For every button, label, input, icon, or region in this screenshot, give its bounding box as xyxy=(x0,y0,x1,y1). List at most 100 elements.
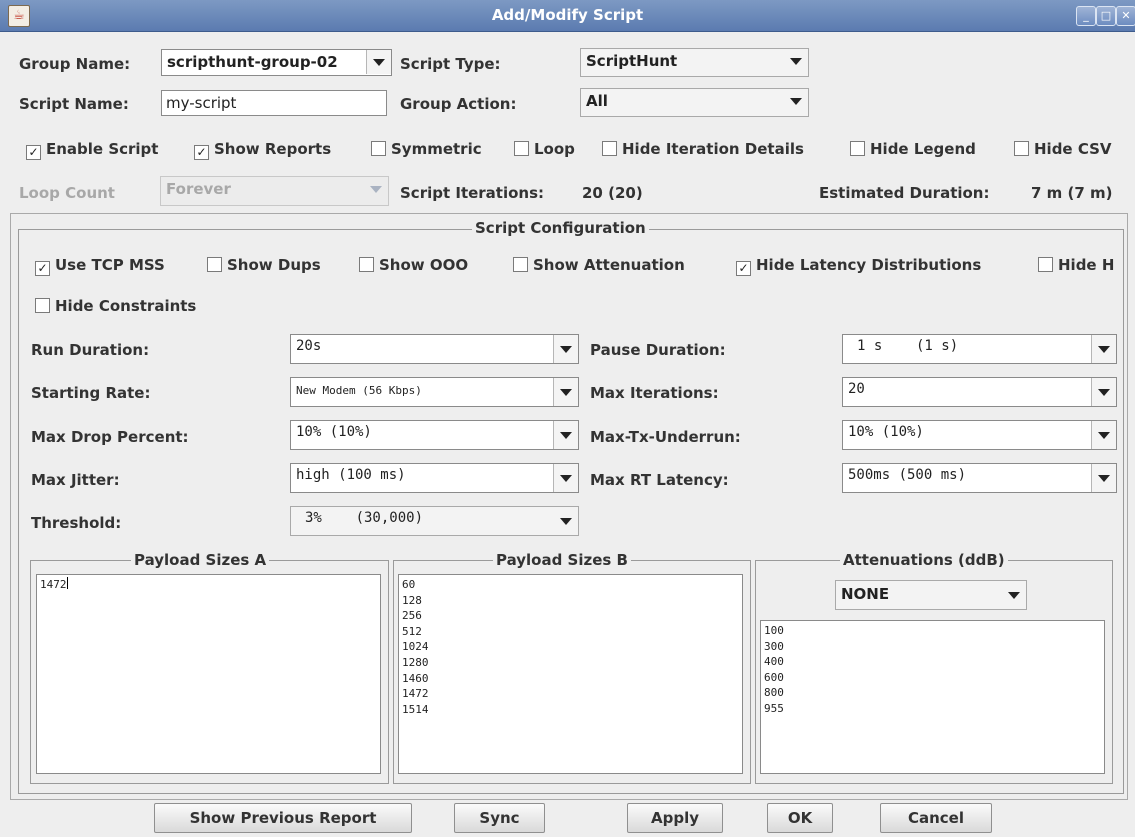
group-action-select[interactable]: All xyxy=(580,88,809,117)
group-name-select[interactable]: scripthunt-group-02 xyxy=(161,49,392,76)
sync-button[interactable]: Sync xyxy=(454,803,545,833)
max-tx-underrun-label: Max-Tx-Underrun: xyxy=(590,428,741,446)
script-iterations-label: Script Iterations: xyxy=(400,184,545,202)
max-jitter-select[interactable]: high (100 ms) xyxy=(290,463,579,493)
checkbox-label: Enable Script xyxy=(46,140,159,158)
checkbox-empty-icon xyxy=(602,141,617,156)
max-drop-percent-label: Max Drop Percent: xyxy=(31,428,189,446)
enable-script-checkbox[interactable]: ✓ Enable Script xyxy=(26,140,158,160)
chevron-down-icon[interactable] xyxy=(1091,464,1116,492)
chevron-down-icon[interactable] xyxy=(1002,581,1026,609)
max-iterations-select[interactable]: 20 xyxy=(842,377,1117,407)
payload-sizes-a-title: Payload Sizes A xyxy=(131,551,270,569)
checkmark-icon: ✓ xyxy=(736,261,751,276)
chevron-down-icon[interactable] xyxy=(553,335,578,363)
script-name-field[interactable] xyxy=(161,90,387,116)
attenuations-select[interactable]: NONE xyxy=(835,580,1027,610)
cancel-button[interactable]: Cancel xyxy=(880,803,992,833)
show-reports-checkbox[interactable]: ✓ Show Reports xyxy=(194,140,331,160)
attenuations-select-value: NONE xyxy=(841,585,890,603)
chevron-down-icon[interactable] xyxy=(554,507,578,535)
hide-constraints-checkbox[interactable]: Hide Constraints xyxy=(35,297,196,315)
maximize-icon[interactable]: □ xyxy=(1096,6,1116,26)
chevron-down-icon[interactable] xyxy=(1091,421,1116,449)
hide-h-checkbox[interactable]: Hide H xyxy=(1038,256,1120,274)
checkbox-empty-icon xyxy=(371,141,386,156)
apply-button[interactable]: Apply xyxy=(627,803,723,833)
checkbox-empty-icon xyxy=(359,257,374,272)
group-name-value: scripthunt-group-02 xyxy=(167,53,338,71)
payload-sizes-b-title: Payload Sizes B xyxy=(493,551,631,569)
payload-sizes-a-textarea[interactable]: 1472 xyxy=(36,574,381,774)
symmetric-checkbox[interactable]: Symmetric xyxy=(371,140,482,158)
group-name-label: Group Name: xyxy=(19,55,131,73)
max-rt-latency-label: Max RT Latency: xyxy=(590,471,729,489)
checkmark-icon: ✓ xyxy=(35,261,50,276)
script-iterations-value: 20 (20) xyxy=(582,184,643,202)
title-bar: ☕ Add/Modify Script _ □ ✕ xyxy=(0,0,1135,32)
chevron-down-icon[interactable] xyxy=(366,50,391,74)
checkbox-empty-icon xyxy=(1014,141,1029,156)
max-drop-percent-select[interactable]: 10% (10%) xyxy=(290,420,579,450)
script-type-label: Script Type: xyxy=(400,55,501,73)
chevron-down-icon[interactable] xyxy=(553,464,578,492)
max-rt-latency-select[interactable]: 500ms (500 ms) xyxy=(842,463,1117,493)
close-icon[interactable]: ✕ xyxy=(1116,6,1135,26)
ok-button[interactable]: OK xyxy=(767,803,833,833)
max-iterations-value: 20 xyxy=(848,381,865,397)
threshold-select[interactable]: 3% (30,000) xyxy=(290,506,579,536)
max-drop-percent-value: 10% (10%) xyxy=(296,424,372,440)
checkbox-label: Hide H xyxy=(1058,256,1115,274)
max-jitter-label: Max Jitter: xyxy=(31,471,120,489)
starting-rate-label: Starting Rate: xyxy=(31,384,151,402)
group-action-value: All xyxy=(586,92,608,110)
checkbox-empty-icon xyxy=(1038,257,1053,272)
attenuations-title: Attenuations (ddB) xyxy=(840,551,1008,569)
script-name-input[interactable] xyxy=(166,94,376,112)
chevron-down-icon[interactable] xyxy=(1091,378,1116,406)
show-ooo-checkbox[interactable]: Show OOO xyxy=(359,256,468,274)
checkbox-label: Hide Constraints xyxy=(55,297,197,315)
payload-sizes-b-textarea[interactable]: 60 128 256 512 1024 1280 1460 1472 1514 xyxy=(398,574,743,774)
checkbox-label: Show Attenuation xyxy=(533,256,685,274)
run-duration-label: Run Duration: xyxy=(31,341,150,359)
starting-rate-value: New Modem (56 Kbps) xyxy=(296,384,422,397)
chevron-down-icon[interactable] xyxy=(1091,335,1116,363)
run-duration-select[interactable]: 20s xyxy=(290,334,579,364)
chevron-down-icon xyxy=(364,177,388,201)
hide-legend-checkbox[interactable]: Hide Legend xyxy=(850,140,976,158)
checkbox-label: Show OOO xyxy=(379,256,469,274)
chevron-down-icon[interactable] xyxy=(784,89,808,113)
attenuations-text: 100 300 400 600 800 955 xyxy=(764,624,784,715)
script-type-select[interactable]: ScriptHunt xyxy=(580,48,809,77)
show-attenuation-checkbox[interactable]: Show Attenuation xyxy=(513,256,685,274)
minimize-icon[interactable]: _ xyxy=(1076,6,1096,26)
checkbox-label: Show Dups xyxy=(227,256,321,274)
attenuations-textarea[interactable]: 100 300 400 600 800 955 xyxy=(760,620,1105,774)
pause-duration-value: 1 s (1 s) xyxy=(857,338,959,354)
checkbox-empty-icon xyxy=(35,298,50,313)
hide-latency-distributions-checkbox[interactable]: ✓ Hide Latency Distributions xyxy=(736,256,981,276)
hide-csv-checkbox[interactable]: Hide CSV xyxy=(1014,140,1112,158)
show-dups-checkbox[interactable]: Show Dups xyxy=(207,256,321,274)
chevron-down-icon[interactable] xyxy=(553,421,578,449)
window-title: Add/Modify Script xyxy=(491,6,644,24)
starting-rate-select[interactable]: New Modem (56 Kbps) xyxy=(290,377,579,407)
show-previous-report-button[interactable]: Show Previous Report xyxy=(154,803,412,833)
estimated-duration-value: 7 m (7 m) xyxy=(1031,184,1113,202)
checkbox-label: Show Reports xyxy=(214,140,332,158)
chevron-down-icon[interactable] xyxy=(784,49,808,73)
pause-duration-label: Pause Duration: xyxy=(590,341,726,359)
pause-duration-select[interactable]: 1 s (1 s) xyxy=(842,334,1117,364)
run-duration-value: 20s xyxy=(296,338,322,354)
payload-sizes-a-text: 1472 xyxy=(40,578,67,591)
hide-iteration-details-checkbox[interactable]: Hide Iteration Details xyxy=(602,140,804,158)
use-tcp-mss-checkbox[interactable]: ✓ Use TCP MSS xyxy=(35,256,165,276)
chevron-down-icon[interactable] xyxy=(553,378,578,406)
script-type-value: ScriptHunt xyxy=(586,52,678,70)
max-tx-underrun-select[interactable]: 10% (10%) xyxy=(842,420,1117,450)
checkbox-label: Use TCP MSS xyxy=(55,256,165,274)
script-configuration-title: Script Configuration xyxy=(472,219,649,237)
checkmark-icon: ✓ xyxy=(26,145,41,160)
loop-checkbox[interactable]: Loop xyxy=(514,140,575,158)
